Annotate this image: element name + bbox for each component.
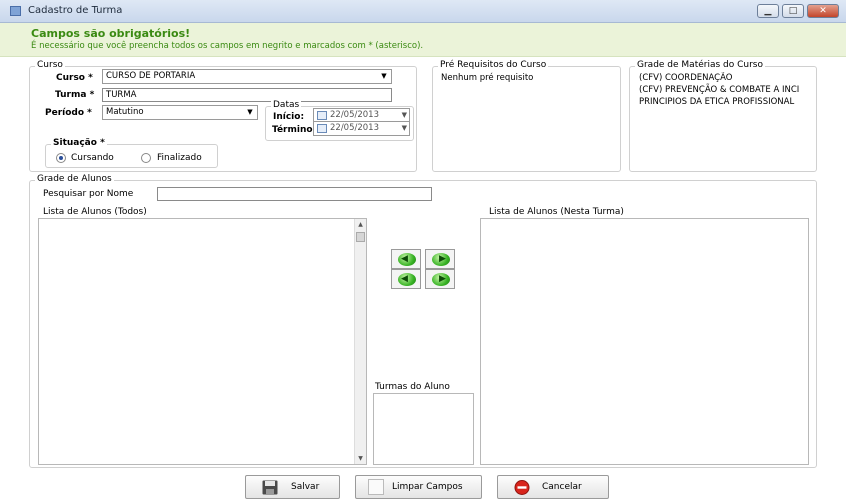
floppy-disk-icon xyxy=(262,480,278,495)
datas-group-label: Datas xyxy=(271,100,302,110)
grade-materias-group-label: Grade de Matérias do Curso xyxy=(635,60,765,70)
close-button[interactable]: ✕ xyxy=(807,4,839,18)
save-button-label: Salvar xyxy=(291,482,320,492)
list-item[interactable]: Nenhum pré requisito xyxy=(437,71,617,85)
form-icon xyxy=(10,6,21,16)
prerequisitos-group-label: Pré Requisitos do Curso xyxy=(438,60,549,70)
move-all-right-button[interactable]: ▶ xyxy=(425,269,455,289)
scrollbar[interactable]: ▲ ▼ xyxy=(354,219,366,464)
curso-label: Curso * xyxy=(56,73,93,83)
turma-label: Turma * xyxy=(55,90,95,100)
cancel-button[interactable]: Cancelar xyxy=(497,475,609,499)
chevron-down-icon: ▼ xyxy=(247,108,253,116)
clear-icon xyxy=(368,479,384,495)
termino-date-value: 22/05/2013 xyxy=(330,123,379,133)
inicio-label: Início: xyxy=(273,112,305,122)
scroll-up-icon[interactable]: ▲ xyxy=(355,219,366,230)
curso-select-value: CURSO DE PORTARIA xyxy=(106,71,196,81)
clear-fields-button-label: Limpar Campos xyxy=(392,482,463,492)
turmas-aluno-label: Turmas do Aluno xyxy=(375,382,450,392)
finalizado-radio[interactable] xyxy=(141,153,151,163)
title-bar: Cadastro de Turma ▁ □ ✕ xyxy=(0,0,846,23)
periodo-label: Período * xyxy=(45,108,92,118)
prerequisitos-list[interactable]: Nenhum pré requisito xyxy=(437,71,617,167)
search-label: Pesquisar por Nome xyxy=(43,189,134,199)
all-students-label: Lista de Alunos (Todos) xyxy=(43,207,147,217)
curso-select[interactable]: CURSO DE PORTARIA ▼ xyxy=(102,69,392,84)
clear-fields-button[interactable]: Limpar Campos xyxy=(355,475,482,499)
class-students-list[interactable] xyxy=(480,218,809,465)
situacao-group-label: Situação * xyxy=(51,138,107,148)
cancel-button-label: Cancelar xyxy=(542,482,582,492)
curso-group-label: Curso xyxy=(35,60,65,70)
minimize-button[interactable]: ▁ xyxy=(757,4,779,18)
calendar-icon xyxy=(317,124,327,133)
class-students-label: Lista de Alunos (Nesta Turma) xyxy=(489,207,624,217)
periodo-select[interactable]: Matutino ▼ xyxy=(102,105,258,120)
list-item[interactable]: (CFV) COORDENAÇÃO xyxy=(636,72,812,84)
list-item[interactable]: (CFV) PREVENÇÃO & COMBATE A INCI xyxy=(636,84,812,96)
arrow-right-all-icon: ▶ xyxy=(432,273,450,286)
cursando-radio[interactable] xyxy=(56,153,66,163)
chevron-down-icon: ▼ xyxy=(381,72,387,80)
banner-title: Campos são obrigatórios! xyxy=(31,27,191,40)
termino-label: Término: xyxy=(272,125,317,135)
scroll-down-icon[interactable]: ▼ xyxy=(355,453,366,464)
all-students-list[interactable]: ▲ ▼ xyxy=(38,218,367,465)
termino-date-picker[interactable]: 22/05/2013 ▼ xyxy=(313,121,410,136)
cursando-label: Cursando xyxy=(71,153,114,163)
turma-input[interactable]: TURMA xyxy=(102,88,392,102)
grade-materias-list[interactable]: (CFV) COORDENAÇÃO (CFV) PREVENÇÃO & COMB… xyxy=(636,72,812,168)
calendar-icon xyxy=(317,111,327,120)
grade-alunos-group-label: Grade de Alunos xyxy=(35,174,114,184)
required-fields-banner: Campos são obrigatórios! É necessário qu… xyxy=(0,23,846,57)
banner-subtitle: É necessário que você preencha todos os … xyxy=(31,41,424,51)
chevron-down-icon: ▼ xyxy=(401,124,407,132)
turmas-aluno-list[interactable] xyxy=(373,393,474,465)
search-input[interactable] xyxy=(157,187,432,201)
periodo-select-value: Matutino xyxy=(106,107,144,117)
scroll-thumb[interactable] xyxy=(356,232,365,242)
arrow-left-all-icon: ◀ xyxy=(398,273,416,286)
save-button[interactable]: Salvar xyxy=(245,475,340,499)
window-title: Cadastro de Turma xyxy=(28,5,123,16)
move-left-button[interactable]: ◀ xyxy=(391,249,421,269)
list-item[interactable]: PRINCIPIOS DA ETICA PROFISSIONAL xyxy=(636,96,812,108)
arrow-right-icon: ▶ xyxy=(432,253,450,266)
cancel-icon xyxy=(514,480,530,495)
arrow-left-icon: ◀ xyxy=(398,253,416,266)
maximize-button[interactable]: □ xyxy=(782,4,804,18)
move-right-button[interactable]: ▶ xyxy=(425,249,455,269)
finalizado-label: Finalizado xyxy=(157,153,202,163)
move-all-left-button[interactable]: ◀ xyxy=(391,269,421,289)
